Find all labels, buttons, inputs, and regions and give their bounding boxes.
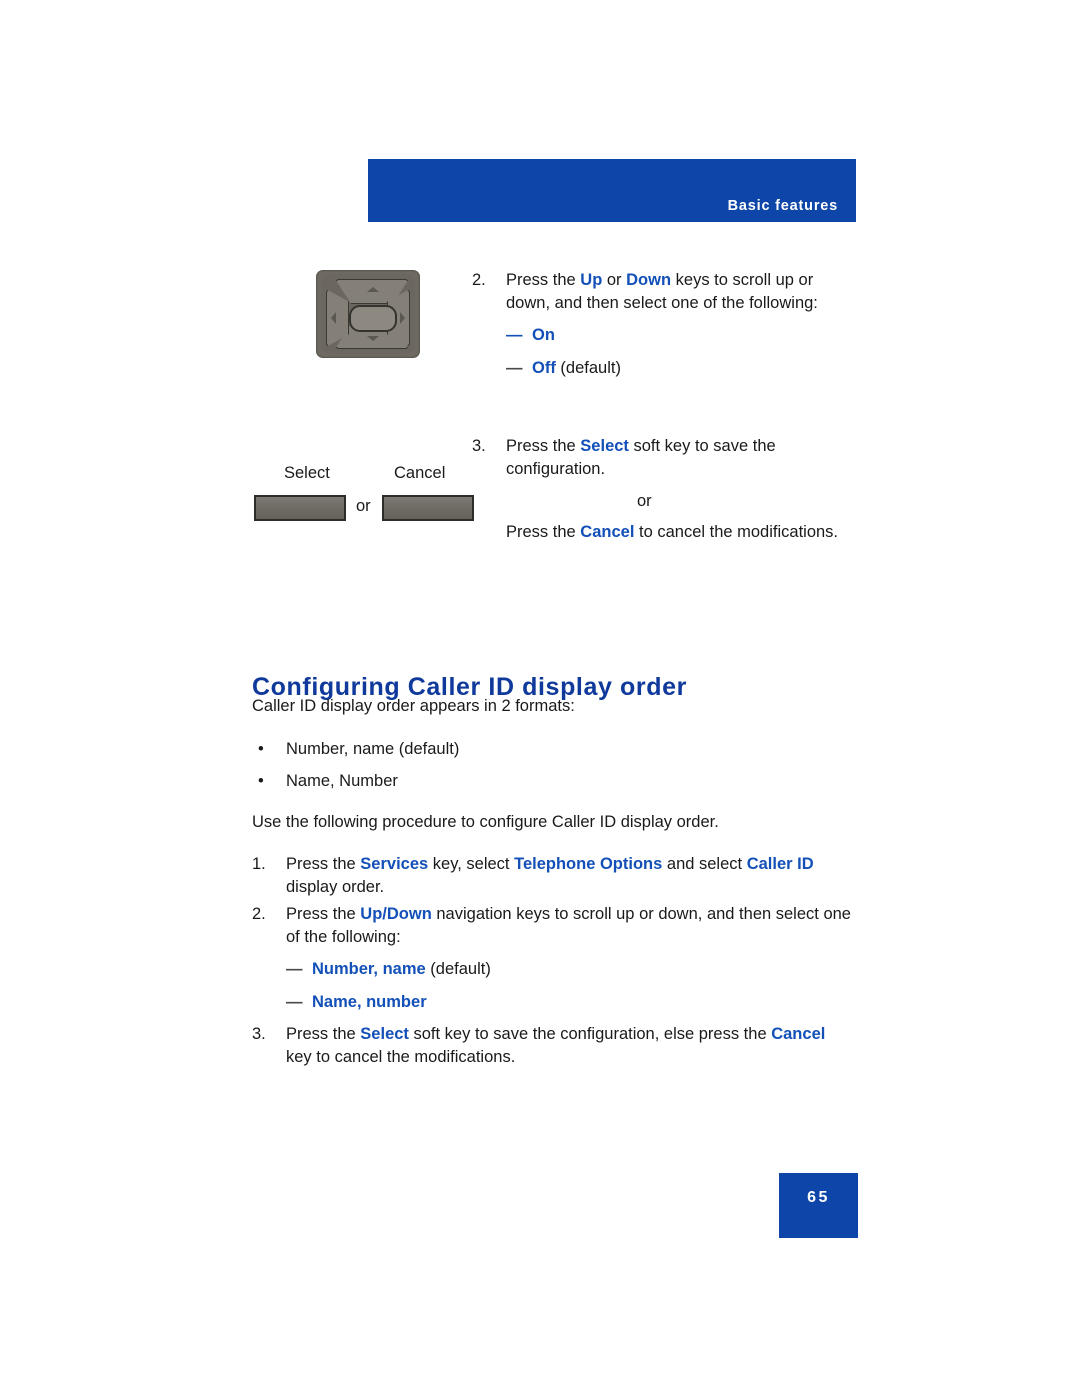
option-number-name-suffix: (default) bbox=[425, 960, 491, 978]
cancel-text-after: to cancel the modifications. bbox=[634, 523, 839, 541]
option-number-name-text: Number, name (default) bbox=[312, 958, 491, 981]
seg-plain: and select bbox=[662, 855, 747, 873]
list-item: • Number, name (default) bbox=[258, 738, 718, 761]
dash-marker: — bbox=[286, 960, 303, 978]
option-off-label: Off bbox=[532, 358, 556, 377]
keyword-up-down: Up/Down bbox=[360, 905, 432, 923]
cancel-text-before: Press the bbox=[506, 523, 581, 541]
procedure-step-1: 1. Press the Services key, select Teleph… bbox=[252, 853, 852, 898]
step-2-text-before: Press the bbox=[506, 271, 581, 289]
format-option-text: Name, Number bbox=[286, 772, 398, 790]
seg-plain: key to cancel the modifications. bbox=[286, 1047, 516, 1066]
softkey-or-connector: or bbox=[356, 497, 371, 515]
step-2b-number: 2. bbox=[252, 905, 266, 923]
arrow-down-icon bbox=[367, 336, 379, 341]
step-2-text-mid: or bbox=[602, 271, 627, 289]
format-option-text: Number, name (default) bbox=[286, 740, 460, 758]
seg-plain: Press the bbox=[286, 905, 361, 923]
option-on: — On bbox=[506, 324, 840, 347]
option-number-name-label: Number, name bbox=[312, 960, 426, 978]
keyword-select-2: Select bbox=[360, 1025, 409, 1043]
step-2-top: 2. Press the Up or Down keys to scroll u… bbox=[472, 269, 840, 379]
seg-plain: Press the bbox=[286, 855, 361, 873]
step-3b-text: Press the Select soft key to save the co… bbox=[286, 1023, 852, 1068]
step-3-cancel-text: Press the Cancel to cancel the modificat… bbox=[506, 521, 846, 544]
keyword-caller-id: Caller ID bbox=[746, 855, 814, 873]
dash-marker: — bbox=[506, 358, 523, 377]
nav-center-button bbox=[349, 305, 397, 332]
step-3-or-connector: or bbox=[637, 492, 652, 510]
step-3b-number: 3. bbox=[252, 1025, 266, 1043]
section-intro: Caller ID display order appears in 2 for… bbox=[252, 697, 575, 715]
procedure-intro: Use the following procedure to configure… bbox=[252, 813, 719, 831]
seg-plain: key, select bbox=[428, 855, 515, 873]
seg-plain: soft key to save the configuration, else… bbox=[408, 1025, 772, 1043]
keyword-telephone-options: Telephone Options bbox=[514, 855, 663, 873]
step-3-text-before: Press the bbox=[506, 437, 581, 455]
section-header-label: Basic features bbox=[727, 198, 838, 214]
option-number-name: — Number, name (default) bbox=[286, 958, 852, 981]
option-off-text: Off (default) bbox=[532, 357, 621, 380]
step-2-number: 2. bbox=[472, 271, 486, 289]
step-1-number: 1. bbox=[252, 855, 266, 873]
option-off-suffix: (default) bbox=[555, 358, 621, 377]
option-name-number: — Name, number bbox=[286, 991, 852, 1014]
arrow-right-icon bbox=[400, 312, 405, 324]
step-1-text: Press the Services key, select Telephone… bbox=[286, 853, 852, 898]
step-3-top: 3. Press the Select soft key to save the… bbox=[472, 435, 840, 480]
softkey-select-label: Select bbox=[284, 464, 330, 482]
procedure-step-3: 3. Press the Select soft key to save the… bbox=[252, 1023, 852, 1068]
option-name-number-label: Name, number bbox=[312, 992, 427, 1011]
step-2b-text: Press the Up/Down navigation keys to scr… bbox=[286, 903, 852, 1013]
procedure-step-2: 2. Press the Up/Down navigation keys to … bbox=[252, 903, 852, 1013]
dash-marker: — bbox=[506, 326, 523, 344]
dash-marker: — bbox=[286, 992, 303, 1011]
option-on-label: On bbox=[532, 326, 555, 344]
list-item: • Name, Number bbox=[258, 770, 718, 793]
keyword-services: Services bbox=[360, 855, 429, 873]
document-page: Basic features 2. Press the Up or Down k… bbox=[0, 0, 1080, 1397]
step-2-text: Press the Up or Down keys to scroll up o… bbox=[506, 269, 840, 379]
option-off: — Off (default) bbox=[506, 357, 840, 380]
keyword-up: Up bbox=[580, 271, 603, 289]
arrow-left-icon bbox=[331, 312, 336, 324]
option-on-text: On bbox=[532, 324, 555, 347]
keyword-cancel-2: Cancel bbox=[771, 1025, 826, 1043]
softkey-graphic-group: Select Cancel or bbox=[252, 462, 482, 532]
step-3-text: Press the Select soft key to save the co… bbox=[506, 435, 840, 480]
bullet-icon: • bbox=[258, 740, 264, 758]
section-header-bar: Basic features bbox=[368, 159, 856, 222]
seg-plain: display order. bbox=[286, 877, 385, 896]
softkey-cancel-button-icon bbox=[382, 495, 474, 521]
page-number-box: 65 bbox=[779, 1173, 858, 1238]
keyword-cancel: Cancel bbox=[580, 523, 635, 541]
seg-plain: Press the bbox=[286, 1025, 361, 1043]
softkey-select-button-icon bbox=[254, 495, 346, 521]
keyword-down: Down bbox=[626, 271, 672, 289]
keyword-select: Select bbox=[580, 437, 629, 455]
bullet-icon: • bbox=[258, 772, 264, 790]
softkey-cancel-label: Cancel bbox=[394, 464, 446, 482]
option-name-number-text: Name, number bbox=[312, 991, 427, 1014]
arrow-up-icon bbox=[367, 287, 379, 292]
page-number: 65 bbox=[807, 1189, 830, 1206]
navigation-keys-icon bbox=[316, 270, 420, 358]
